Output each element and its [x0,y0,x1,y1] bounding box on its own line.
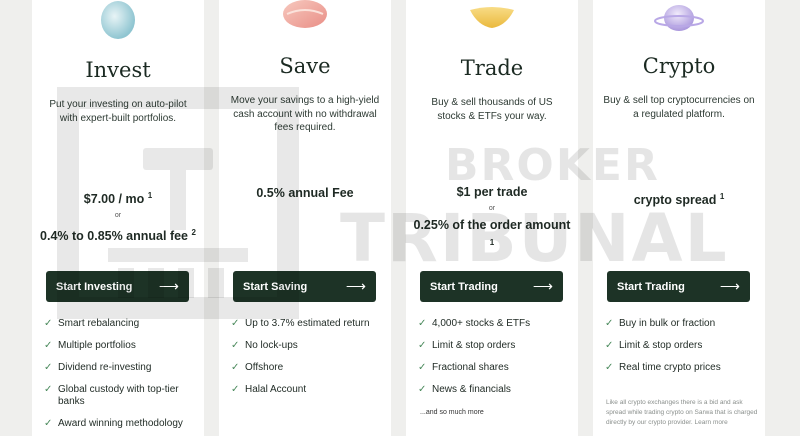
plan-description: Put your investing on auto-pilot with ex… [49,99,187,124]
feature-label: Halal Account [245,384,307,395]
feature-label: Offshore [245,362,284,373]
button-label: Start Investing [56,280,133,293]
save-blob-icon [283,0,327,28]
or-label: or [114,212,122,220]
feature-item: ✓ Global custody with top-tier banks [44,384,198,408]
check-icon: ✓ [605,340,614,351]
feature-label: Multiple portfolios [58,340,136,351]
price-main: $7.00 / mo [83,192,145,207]
check-icon: ✓ [605,362,614,373]
feature-list: ✓ Up to 3.7% estimated return ✓ No lock-up… [231,318,385,406]
start-investing-button[interactable]: Start Investing ⟶ [46,271,189,302]
plan-title: Crypto [642,54,716,78]
arrow-right-icon: ⟶ [532,278,553,294]
trade-wing-icon [470,7,514,28]
feature-item: ✓ Offshore [231,362,385,374]
watermark-text-line2: TRIBUNAL [340,200,729,277]
feature-item: ✓ Up to 3.7% estimated return [231,318,385,330]
price-main: 0.5% annual Fee [256,186,354,200]
feature-item: ✓ Buy in bulk or fraction [605,318,759,330]
arrow-right-icon: ⟶ [158,278,179,294]
plan-title: Trade [460,56,524,80]
feature-item: ✓ Real time crypto prices [605,362,759,374]
feature-label: No lock-ups [245,340,298,351]
feature-item: ✓ 4,000+ stocks & ETFs [418,318,572,330]
feature-item: ✓ Dividend re-investing [44,362,198,374]
plan-title: Invest [85,58,151,82]
feature-item: ✓ Halal Account [231,384,385,396]
check-icon: ✓ [231,318,240,329]
feature-list: ✓ Smart rebalancing ✓ Multiple portfolios … [44,318,198,436]
feature-list: ✓ Buy in bulk or fraction ✓ Limit & stop o… [605,318,759,384]
check-icon: ✓ [418,340,427,351]
plan-description: Move your savings to a high-yield cash a… [230,95,380,133]
footnote-marker: 1 [147,191,153,200]
check-icon: ✓ [44,418,53,429]
feature-label: Limit & stop orders [619,340,703,351]
crypto-orb-icon [654,5,704,31]
feature-list: ✓ 4,000+ stocks & ETFs ✓ Limit & stop orde… [418,318,572,406]
feature-item: ✓ Limit & stop orders [418,340,572,352]
feature-label: 4,000+ stocks & ETFs [432,318,531,329]
button-label: Start Saving [243,280,308,293]
feature-item: ✓ Smart rebalancing [44,318,198,330]
feature-label: Real time crypto prices [619,362,721,373]
check-icon: ✓ [231,340,240,351]
watermark-text-line1: BROKER [445,140,660,191]
plan-description: Buy & sell top cryptocurrencies on a reg… [603,95,755,120]
feature-item: ✓ Award winning methodology [44,418,198,430]
button-label: Start Trading [430,280,498,293]
feature-label: Dividend re-investing [58,362,152,373]
feature-item: ✓ Fractional shares [418,362,572,374]
feature-label: Award winning methodology [58,418,183,429]
feature-label: News & financials [432,384,511,395]
plan-card-invest: Invest Put your investing on auto-pilot … [32,0,204,436]
arrow-right-icon: ⟶ [345,278,366,294]
check-icon: ✓ [44,384,53,395]
check-icon: ✓ [418,318,427,329]
plan-title: Save [279,54,331,78]
feature-label: Smart rebalancing [58,318,140,329]
footnote-marker: 2 [191,228,196,238]
check-icon: ✓ [418,362,427,373]
feature-item: ✓ Multiple portfolios [44,340,198,352]
check-icon: ✓ [231,384,240,395]
feature-item: ✓ News & financials [418,384,572,396]
check-icon: ✓ [44,318,53,329]
check-icon: ✓ [418,384,427,395]
crypto-disclaimer: Like all crypto exchanges there is a bid… [606,399,758,426]
price-alt: 0.4% to 0.85% annual fee [40,229,189,244]
feature-item: ✓ No lock-ups [231,340,385,352]
feature-label: Global custody with top-tier banks [58,384,179,407]
invest-blob-icon [101,1,135,39]
check-icon: ✓ [44,340,53,351]
feature-label: Limit & stop orders [432,340,516,351]
feature-label: Up to 3.7% estimated return [245,318,370,329]
feature-label: Buy in bulk or fraction [619,318,716,329]
plan-price: $7.00 / mo 1 or 0.4% to 0.85% annual fee… [38,187,198,245]
feature-item: ✓ Limit & stop orders [605,340,759,352]
check-icon: ✓ [231,362,240,373]
button-label: Start Trading [617,280,685,293]
more-features-link[interactable]: ...and so much more [420,409,484,416]
check-icon: ✓ [605,318,614,329]
arrow-right-icon: ⟶ [719,278,740,294]
feature-label: Fractional shares [432,362,509,373]
check-icon: ✓ [44,362,53,373]
plan-description: Buy & sell thousands of US stocks & ETFs… [431,97,553,122]
